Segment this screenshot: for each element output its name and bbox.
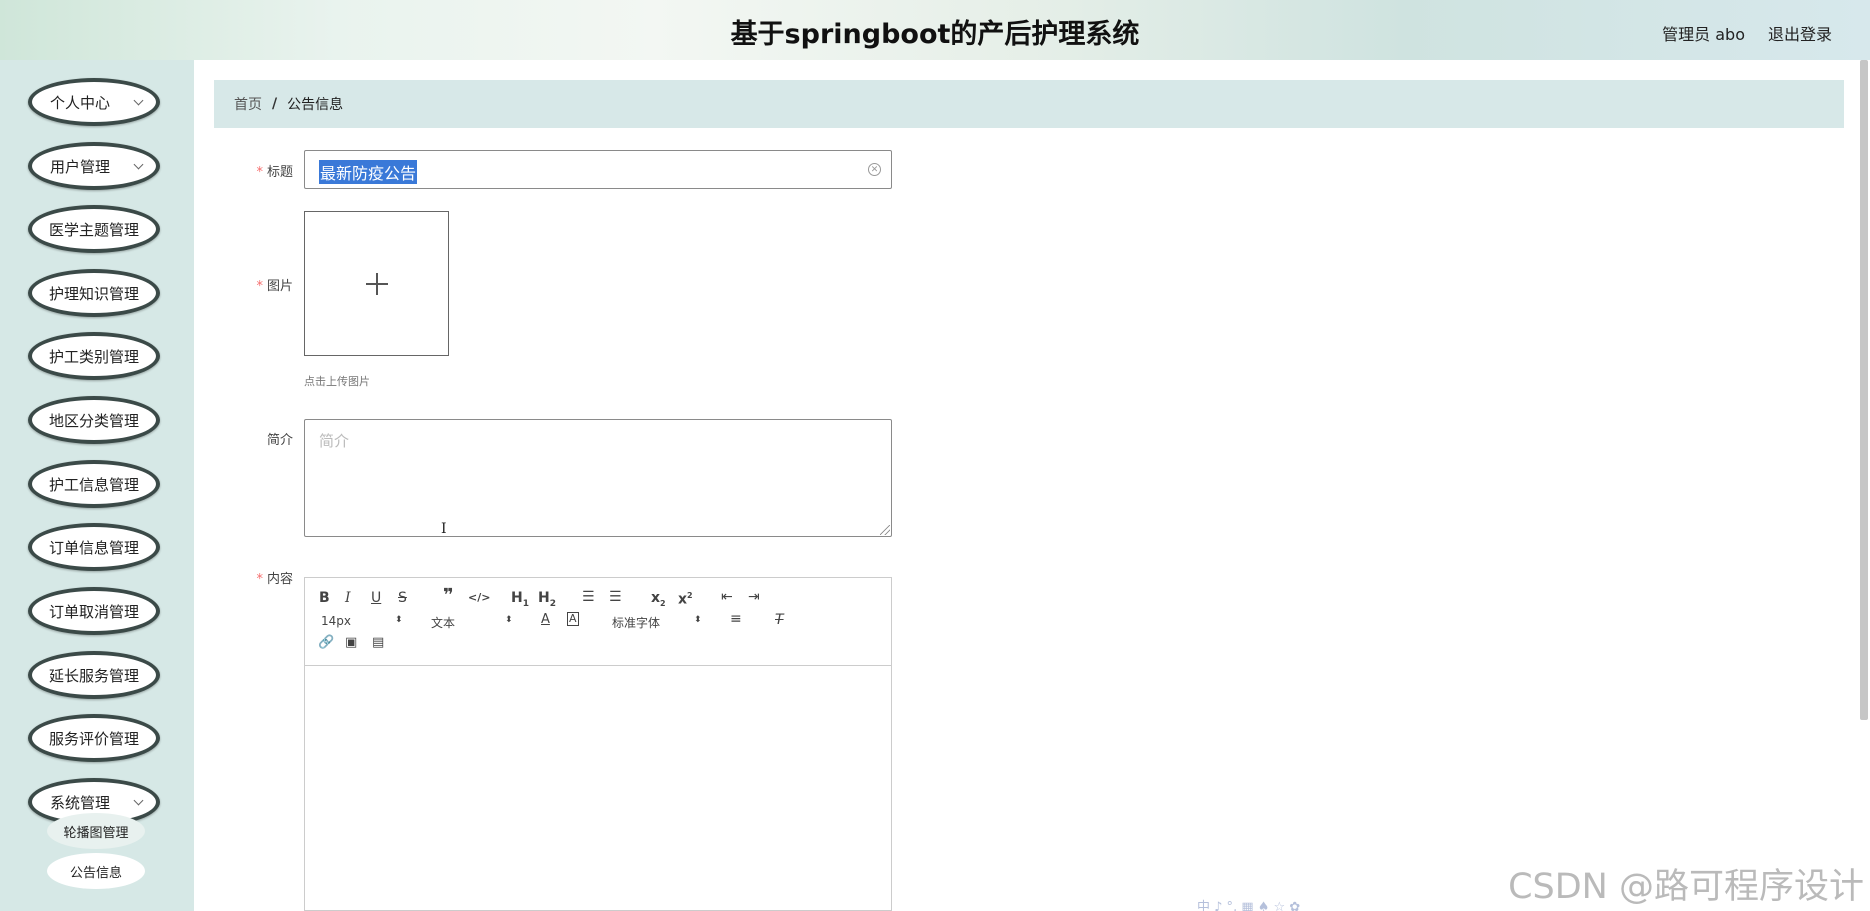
h2-icon[interactable]: H2 <box>538 590 556 612</box>
text-cursor-icon: I <box>441 521 447 537</box>
chevron-down-icon <box>133 159 144 170</box>
sidebar-item-nursing-knowledge[interactable]: 护理知识管理 <box>28 269 160 317</box>
background-color-icon[interactable]: A <box>567 612 579 626</box>
sidebar-item-user-management[interactable]: 用户管理 <box>28 142 160 190</box>
sidebar-item-label: 延长服务管理 <box>48 666 139 685</box>
underline-icon[interactable]: U <box>371 590 381 606</box>
image-label: * 图片 <box>256 279 293 294</box>
breadcrumb: 首页 / 公告信息 <box>214 80 1844 128</box>
sidebar: 个人中心 用户管理 医学主题管理 护理知识管理 护工类别管理 地区分类管理 护工… <box>0 60 194 911</box>
sidebar-item-label: 用户管理 <box>50 157 111 176</box>
sidebar-item-caregiver-category[interactable]: 护工类别管理 <box>28 332 160 380</box>
description-placeholder: 简介 <box>319 432 350 450</box>
logout-link[interactable]: 退出登录 <box>1768 21 1832 45</box>
top-header: 基于springboot的产后护理系统 管理员 abo 退出登录 <box>0 0 1870 60</box>
sidebar-item-label: 系统管理 <box>50 793 111 812</box>
title-input[interactable]: 最新防疫公告 ✕ <box>304 150 892 189</box>
sidebar-item-label: 护工信息管理 <box>48 475 139 494</box>
sidebar-item-service-review[interactable]: 服务评价管理 <box>28 714 160 762</box>
clear-icon[interactable]: ✕ <box>868 163 881 176</box>
subscript-icon[interactable]: x2 <box>651 590 666 612</box>
header-select[interactable]: 文本 ⬍ <box>431 614 515 631</box>
sidebar-item-label: 地区分类管理 <box>48 411 139 430</box>
sidebar-item-label: 个人中心 <box>50 93 111 112</box>
sidebar-item-order-info[interactable]: 订单信息管理 <box>28 523 160 571</box>
page-scrollbar[interactable] <box>1860 60 1868 720</box>
sidebar-item-region-category[interactable]: 地区分类管理 <box>28 396 160 444</box>
sidebar-subitem-carousel[interactable]: 轮播图管理 <box>47 813 145 849</box>
strikethrough-icon[interactable]: S <box>398 590 407 606</box>
title-input-value: 最新防疫公告 <box>319 160 418 184</box>
breadcrumb-separator: / <box>272 96 278 112</box>
sidebar-item-label: 服务评价管理 <box>48 729 139 748</box>
image-icon[interactable]: ▣ <box>345 635 357 651</box>
description-textarea[interactable]: 简介 <box>304 419 892 537</box>
chevron-down-icon <box>133 95 144 106</box>
superscript-icon[interactable]: x2 <box>678 588 693 608</box>
outdent-icon[interactable]: ⇤ <box>721 589 733 605</box>
app-title: 基于springboot的产后护理系统 <box>730 19 1140 50</box>
breadcrumb-current: 公告信息 <box>287 97 344 113</box>
font-size-select[interactable]: 14px ⬍ <box>321 614 405 628</box>
sidebar-subitem-label: 公告信息 <box>69 865 122 881</box>
upload-tip: 点击上传图片 <box>304 375 370 388</box>
watermark: CSDN @路可程序设计 <box>1508 867 1864 907</box>
desc-label: 简介 <box>266 433 293 448</box>
sidebar-item-label: 订单信息管理 <box>48 538 139 557</box>
sidebar-item-label: 护理知识管理 <box>48 284 139 303</box>
align-icon[interactable]: ≡ <box>730 611 742 627</box>
link-icon[interactable]: 🔗 <box>318 635 334 651</box>
resize-handle[interactable] <box>880 525 890 535</box>
font-color-icon[interactable]: A <box>541 612 550 628</box>
editor-toolbar: B I U S ❞ </> H1 H2 ☰ ☰ x2 x2 ⇤ ⇥ 14px ⬍ … <box>305 578 891 666</box>
ime-toolbar: 中 ♪ °, ▦ ♠ ☆ ✿ <box>1197 900 1301 911</box>
code-block-icon[interactable]: </> <box>468 590 490 606</box>
select-arrow-icon: ⬍ <box>694 615 702 625</box>
rich-text-editor: B I U S ❞ </> H1 H2 ☰ ☰ x2 x2 ⇤ ⇥ 14px ⬍ … <box>304 577 892 911</box>
select-arrow-icon: ⬍ <box>505 615 513 625</box>
sidebar-item-caregiver-info[interactable]: 护工信息管理 <box>28 460 160 508</box>
sidebar-item-label: 医学主题管理 <box>48 220 139 239</box>
chevron-down-icon <box>133 795 144 806</box>
font-family-select[interactable]: 标准字体 ⬍ <box>612 614 704 631</box>
title-label: * 标题 <box>256 165 293 180</box>
image-upload-button[interactable] <box>304 211 449 356</box>
sidebar-item-extend-service[interactable]: 延长服务管理 <box>28 651 160 699</box>
sidebar-item-order-cancel[interactable]: 订单取消管理 <box>28 587 160 635</box>
blockquote-icon[interactable]: ❞ <box>443 587 454 605</box>
sidebar-item-medical-topic[interactable]: 医学主题管理 <box>28 205 160 253</box>
indent-icon[interactable]: ⇥ <box>748 589 760 605</box>
breadcrumb-home[interactable]: 首页 <box>234 94 262 114</box>
bold-icon[interactable]: B <box>319 590 330 606</box>
sidebar-item-personal-center[interactable]: 个人中心 <box>28 78 160 126</box>
italic-icon[interactable]: I <box>345 590 351 606</box>
select-arrow-icon: ⬍ <box>395 615 403 625</box>
h1-icon[interactable]: H1 <box>511 590 529 612</box>
sidebar-item-label: 订单取消管理 <box>48 602 139 621</box>
sidebar-subitem-label: 轮播图管理 <box>63 825 129 841</box>
sidebar-subitem-notice[interactable]: 公告信息 <box>47 853 145 889</box>
current-user: 管理员 abo <box>1662 25 1745 44</box>
clear-format-icon[interactable]: T <box>775 612 784 628</box>
bullet-list-icon[interactable]: ☰ <box>609 589 622 605</box>
content-label: * 内容 <box>256 572 293 587</box>
ordered-list-icon[interactable]: ☰ <box>582 589 595 605</box>
video-icon[interactable]: ▤ <box>372 635 384 651</box>
sidebar-item-label: 护工类别管理 <box>48 347 139 366</box>
